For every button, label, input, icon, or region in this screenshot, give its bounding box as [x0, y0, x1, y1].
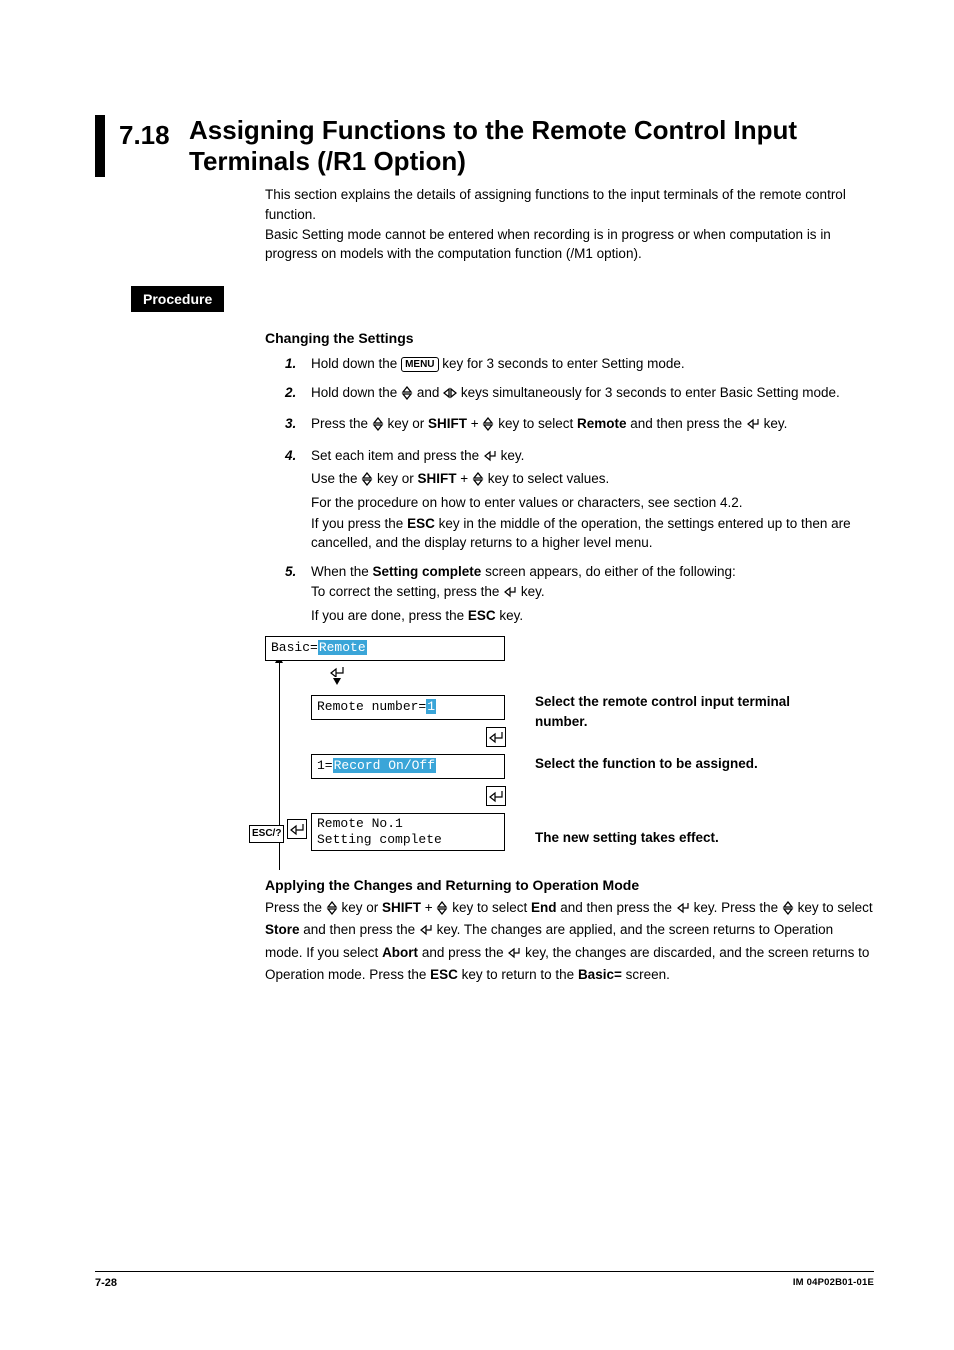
enter-icon: [287, 819, 307, 839]
back-icon: [486, 786, 506, 806]
up-down-icon: [482, 417, 494, 437]
enter-icon: [746, 417, 760, 437]
procedure-label: Procedure: [131, 286, 224, 312]
diagram-anno-1: Select the remote control input terminal…: [535, 692, 835, 731]
step-3: 3. Press the key or SHIFT + key to selec…: [285, 414, 874, 438]
flow-diagram: Basic=Remote Remote number=1 1=Record On…: [265, 636, 874, 851]
apply-body: Press the key or SHIFT + key to select E…: [265, 898, 874, 985]
up-down-icon: [436, 901, 448, 921]
intro-p1: This section explains the details of ass…: [265, 185, 874, 224]
diagram-cell-function: 1=Record On/Off: [311, 754, 505, 779]
diagram-anno-2: Select the function to be assigned.: [535, 754, 758, 774]
header-bar: [95, 115, 105, 177]
apply-heading: Applying the Changes and Returning to Op…: [265, 875, 874, 895]
back-icon: [486, 727, 506, 747]
page-footer: 7-28 IM 04P02B01-01E: [95, 1271, 874, 1292]
up-down-icon: [326, 901, 338, 921]
up-down-icon: [401, 386, 413, 406]
enter-icon: [676, 901, 690, 921]
up-down-icon: [361, 472, 373, 492]
step-number: 4.: [285, 446, 311, 554]
section-title: Assigning Functions to the Remote Contro…: [189, 115, 874, 177]
enter-icon: [483, 449, 497, 469]
step-body: Press the key or SHIFT + key to select R…: [311, 414, 874, 438]
step-4: 4. Set each item and press the key. Use …: [285, 446, 874, 554]
diagram-anno-3: The new setting takes effect.: [535, 828, 719, 848]
page-content: 7.18 Assigning Functions to the Remote C…: [0, 0, 954, 985]
esc-label: ESC/?: [249, 825, 284, 844]
enter-icon: [419, 923, 433, 943]
diagram-cell-basic: Basic=Remote: [265, 636, 505, 661]
step-body: Hold down the and keys simultaneously fo…: [311, 383, 874, 407]
step-body: Set each item and press the key. Use the…: [311, 446, 874, 554]
intro-p2: Basic Setting mode cannot be entered whe…: [265, 225, 874, 264]
section-header: 7.18 Assigning Functions to the Remote C…: [95, 115, 874, 177]
step-number: 3.: [285, 414, 311, 438]
step-body: Hold down the MENU key for 3 seconds to …: [311, 354, 874, 375]
doc-id: IM 04P02B01-01E: [793, 1276, 874, 1292]
enter-icon: [503, 585, 517, 605]
menu-key: MENU: [401, 357, 438, 372]
enter-icon: [507, 946, 521, 966]
step-number: 2.: [285, 383, 311, 407]
step-2: 2. Hold down the and keys simultaneously…: [285, 383, 874, 407]
up-down-icon: [782, 901, 794, 921]
section-number: 7.18: [119, 115, 189, 155]
diagram-cell-remote-number: Remote number=1: [311, 695, 505, 720]
up-down-icon: [372, 417, 384, 437]
step-1: 1. Hold down the MENU key for 3 seconds …: [285, 354, 874, 375]
left-right-icon: [443, 386, 457, 406]
up-down-icon: [472, 472, 484, 492]
step-body: When the Setting complete screen appears…: [311, 562, 874, 627]
page-number: 7-28: [95, 1276, 117, 1292]
step-5: 5. When the Setting complete screen appe…: [285, 562, 874, 627]
applying-changes: Applying the Changes and Returning to Op…: [265, 875, 874, 985]
changing-settings-heading: Changing the Settings: [265, 328, 874, 348]
step-number: 1.: [285, 354, 311, 375]
diagram-cell-complete: Remote No.1 Setting complete: [311, 813, 505, 852]
intro-text: This section explains the details of ass…: [265, 185, 874, 263]
step-number: 5.: [285, 562, 311, 627]
enter-down-icon: [327, 663, 347, 685]
